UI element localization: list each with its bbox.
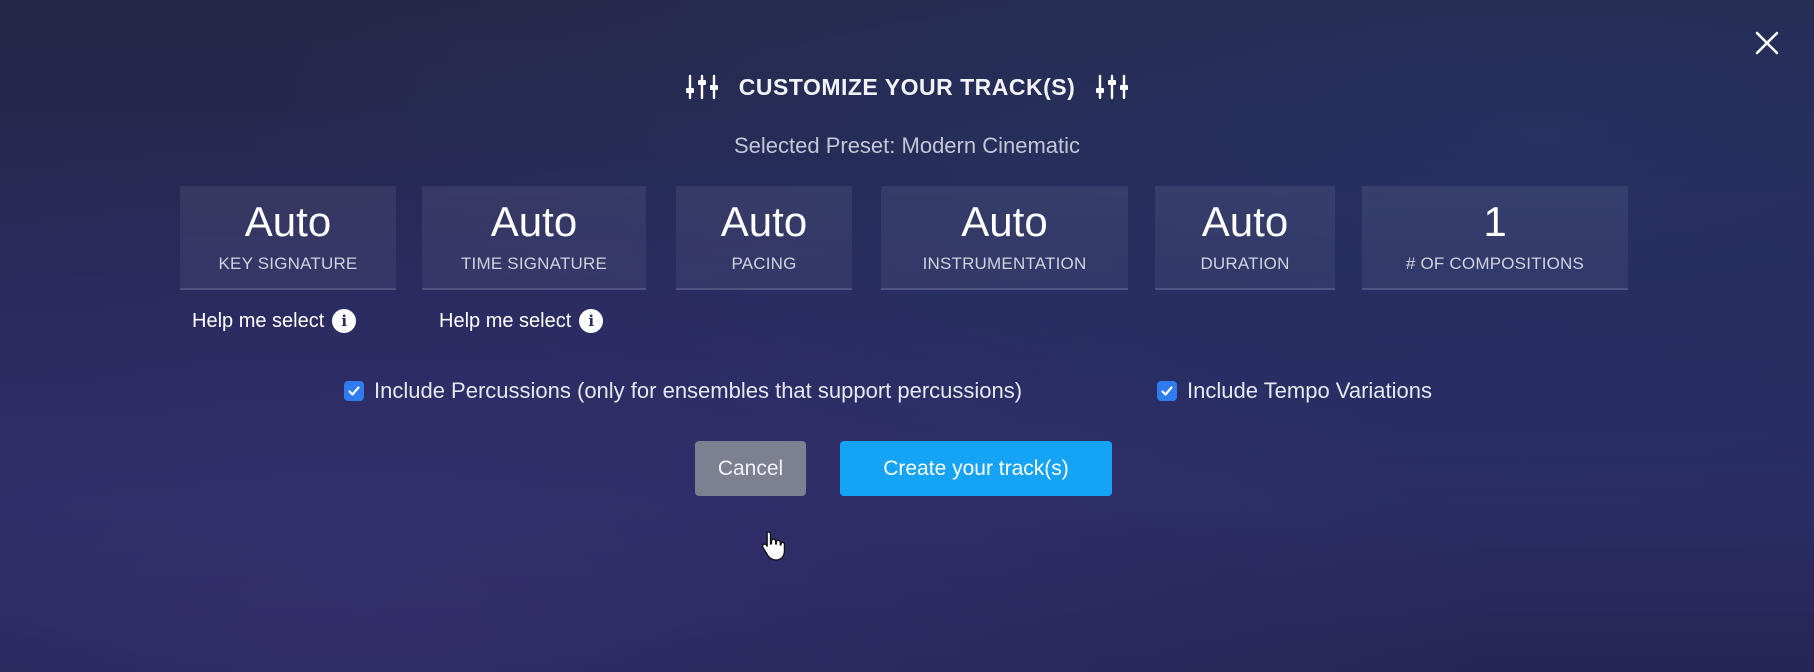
compositions-label: # OF COMPOSITIONS [1405,254,1585,273]
percussions-option: Include Percussions (only for ensembles … [344,378,1022,404]
time-signature-tile[interactable]: Auto TIME SIGNATURE [422,186,646,290]
dialog-title: CUSTOMIZE YOUR TRACK(S) [738,73,1076,100]
instrumentation-label: INSTRUMENTATION [922,254,1087,273]
tempo-variations-label: Include Tempo Variations [1187,378,1432,403]
check-icon [348,386,360,396]
check-icon [1161,386,1173,396]
pacing-label: PACING [731,254,797,273]
key-signature-tile[interactable]: Auto KEY SIGNATURE [180,186,396,290]
selected-preset: Selected Preset: Modern Cinematic [733,133,1081,158]
tempo-variations-checkbox[interactable] [1157,381,1177,401]
info-icon[interactable]: i [579,309,604,333]
instrumentation-value: Auto [961,198,1048,245]
key-signature-label: KEY SIGNATURE [218,254,358,273]
compositions-value: 1 [1483,198,1507,245]
sliders-icon [683,72,721,102]
duration-value: Auto [1201,198,1289,245]
compositions-tile[interactable]: 1 # OF COMPOSITIONS [1362,186,1628,290]
sliders-icon [1093,72,1131,102]
key-signature-value: Auto [244,198,332,245]
duration-tile[interactable]: Auto DURATION [1155,186,1335,290]
close-button[interactable] [1750,26,1784,60]
duration-label: DURATION [1200,254,1290,273]
help-me-select-key[interactable]: Help me select i [192,309,357,333]
help-label: Help me select [192,309,325,332]
cancel-button[interactable]: Cancel [695,441,806,496]
percussions-label: Include Percussions (only for ensembles … [374,378,1023,403]
close-icon [1755,31,1779,55]
instrumentation-tile[interactable]: Auto INSTRUMENTATION [881,186,1128,290]
dialog-header: CUSTOMIZE YOUR TRACK(S) [0,72,1814,102]
hand-cursor-icon [760,530,786,562]
create-tracks-button[interactable]: Create your track(s) [840,441,1112,496]
time-signature-label: TIME SIGNATURE [460,254,608,273]
pacing-value: Auto [720,198,808,245]
help-label: Help me select [439,309,572,332]
percussions-checkbox[interactable] [344,381,364,401]
info-icon[interactable]: i [332,309,357,333]
time-signature-value: Auto [490,198,578,245]
tempo-variations-option: Include Tempo Variations [1157,378,1432,404]
help-me-select-time[interactable]: Help me select i [439,309,604,333]
pacing-tile[interactable]: Auto PACING [676,186,852,290]
